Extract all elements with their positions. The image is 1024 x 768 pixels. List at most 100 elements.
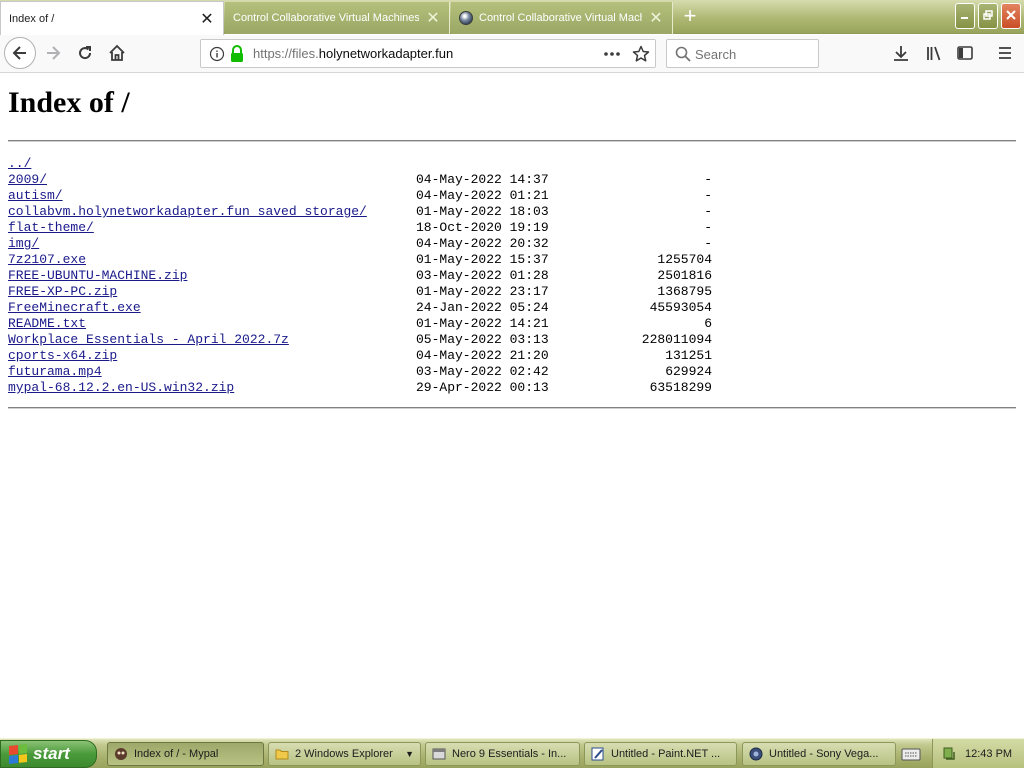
- tab-strip: Index of / ✕ Control Collaborative Virtu…: [0, 0, 1024, 35]
- url-text[interactable]: https://files.holynetworkadapter.fun: [253, 46, 453, 61]
- close-window-button[interactable]: [1001, 3, 1021, 29]
- divider: [8, 140, 1016, 142]
- page-actions-icon[interactable]: [603, 48, 621, 60]
- downloads-button[interactable]: [886, 38, 916, 68]
- url-bar[interactable]: https://files.holynetworkadapter.fun: [200, 39, 656, 68]
- tab-index-of[interactable]: Index of / ✕: [0, 1, 224, 35]
- file-listing: ../2009/04-May-2022 14:37- autism/04-May-…: [8, 156, 728, 396]
- home-icon: [109, 44, 125, 61]
- taskbar-item-label: Index of / - Mypal: [134, 748, 219, 760]
- file-size: 6: [704, 316, 712, 331]
- search-bar[interactable]: [666, 39, 819, 68]
- file-link[interactable]: FreeMinecraft.exe: [8, 300, 141, 316]
- minimize-button[interactable]: [955, 3, 975, 29]
- file-link[interactable]: autism/: [8, 188, 63, 204]
- home-button[interactable]: [102, 38, 132, 68]
- paintnet-icon: [591, 747, 604, 761]
- back-arrow-icon: [12, 46, 26, 60]
- taskbar-item-windows-explorer[interactable]: 2 Windows Explorer ▼: [268, 742, 421, 766]
- menu-button[interactable]: [990, 38, 1020, 68]
- close-tab-icon[interactable]: ✕: [648, 8, 664, 28]
- hamburger-menu-icon: [999, 47, 1011, 59]
- file-date: 01-May-2022 14:21: [416, 316, 549, 331]
- list-item: autism/04-May-2022 01:21 -: [8, 188, 728, 204]
- safely-remove-hardware-icon[interactable]: [941, 746, 957, 762]
- taskbar-item-label: Untitled - Sony Vega...: [769, 748, 879, 760]
- bookmark-star-icon[interactable]: [632, 45, 650, 63]
- forward-arrow-icon: [47, 46, 61, 60]
- tab-collabvm-2[interactable]: Control Collaborative Virtual Machines! …: [451, 2, 673, 34]
- file-date: 18-Oct-2020 19:19: [416, 220, 549, 235]
- library-button[interactable]: [919, 38, 949, 68]
- file-link[interactable]: mypal-68.12.2.en-US.win32.zip: [8, 380, 234, 396]
- taskbar-item-sony-vegas[interactable]: Untitled - Sony Vega...: [742, 742, 896, 766]
- file-size: 629924: [665, 364, 712, 379]
- file-size: -: [704, 220, 712, 235]
- group-dropdown-icon: ▼: [405, 749, 414, 759]
- file-date: 03-May-2022 01:28: [416, 268, 549, 283]
- file-link[interactable]: collabvm.holynetworkadapter.fun saved st…: [8, 204, 367, 220]
- tab-label: Control Collaborative Virtual Machines!: [479, 12, 642, 24]
- close-tab-icon[interactable]: ✕: [199, 9, 215, 29]
- list-item: FREE-UBUNTU-MACHINE.zip 03-May-2022 01:28…: [8, 268, 728, 284]
- back-button[interactable]: [4, 37, 36, 69]
- reload-button[interactable]: [70, 38, 100, 68]
- page-title: Index of /: [8, 86, 130, 119]
- taskbar-item-paintnet[interactable]: Untitled - Paint.NET ...: [584, 742, 737, 766]
- file-link[interactable]: README.txt: [8, 316, 86, 332]
- forward-button[interactable]: [38, 38, 68, 68]
- download-icon: [894, 46, 908, 61]
- file-link[interactable]: ../: [8, 156, 31, 172]
- list-item: img/04-May-2022 20:32 -: [8, 236, 728, 252]
- file-link[interactable]: futurama.mp4: [8, 364, 102, 380]
- file-date: 01-May-2022 23:17: [416, 284, 549, 299]
- file-date: 29-Apr-2022 00:13: [416, 380, 549, 395]
- file-size: 45593054: [649, 300, 712, 315]
- keyboard-icon[interactable]: [900, 745, 922, 763]
- start-label: start: [33, 744, 70, 763]
- folder-icon: [275, 749, 289, 760]
- start-button[interactable]: start: [0, 740, 97, 768]
- tab-collabvm-1[interactable]: Control Collaborative Virtual Machines! …: [225, 2, 450, 34]
- file-link[interactable]: FREE-UBUNTU-MACHINE.zip: [8, 268, 187, 284]
- file-size: 2501816: [657, 268, 712, 283]
- list-item: cports-x64.zip 04-May-2022 21:20 131251: [8, 348, 728, 364]
- sidebar-button[interactable]: [950, 38, 980, 68]
- close-icon: [1006, 10, 1016, 20]
- file-link[interactable]: cports-x64.zip: [8, 348, 117, 364]
- taskbar-item-label: Nero 9 Essentials - In...: [452, 748, 567, 760]
- search-input[interactable]: [695, 44, 815, 64]
- search-icon: [675, 46, 691, 62]
- file-date: 01-May-2022 18:03: [416, 204, 549, 219]
- file-date: 03-May-2022 02:42: [416, 364, 549, 379]
- mypal-icon: [115, 748, 127, 760]
- taskbar-item-nero[interactable]: Nero 9 Essentials - In...: [425, 742, 580, 766]
- file-size: 1368795: [657, 284, 712, 299]
- list-item: mypal-68.12.2.en-US.win32.zip 29-Apr-2022…: [8, 380, 728, 396]
- close-tab-icon[interactable]: ✕: [425, 8, 441, 28]
- divider: [8, 407, 1016, 409]
- file-link[interactable]: 2009/: [8, 172, 47, 188]
- vegas-icon: [749, 747, 763, 761]
- list-item: README.txt 01-May-2022 14:21 6: [8, 316, 728, 332]
- reload-icon: [79, 46, 92, 60]
- restore-button[interactable]: [978, 3, 998, 29]
- file-size: -: [704, 172, 712, 187]
- file-date: 05-May-2022 03:13: [416, 332, 549, 347]
- lock-icon[interactable]: [229, 45, 245, 63]
- file-link[interactable]: Workplace Essentials - April 2022.7z: [8, 332, 289, 348]
- file-date: 04-May-2022 20:32: [416, 236, 549, 251]
- taskbar: start Index of / - Mypal 2 Windows Explo…: [0, 738, 1024, 768]
- file-link[interactable]: flat-theme/: [8, 220, 94, 236]
- restore-icon: [983, 10, 993, 20]
- file-link[interactable]: FREE-XP-PC.zip: [8, 284, 117, 300]
- file-size: 63518299: [649, 380, 712, 395]
- info-icon[interactable]: [209, 46, 225, 62]
- file-link[interactable]: img/: [8, 236, 39, 252]
- file-date: 01-May-2022 15:37: [416, 252, 549, 267]
- list-item: flat-theme/18-Oct-2020 19:19 -: [8, 220, 728, 236]
- new-tab-icon[interactable]: +: [676, 4, 704, 30]
- file-link[interactable]: 7z2107.exe: [8, 252, 86, 268]
- taskbar-item-mypal[interactable]: Index of / - Mypal: [107, 742, 264, 766]
- file-date: 04-May-2022 01:21: [416, 188, 549, 203]
